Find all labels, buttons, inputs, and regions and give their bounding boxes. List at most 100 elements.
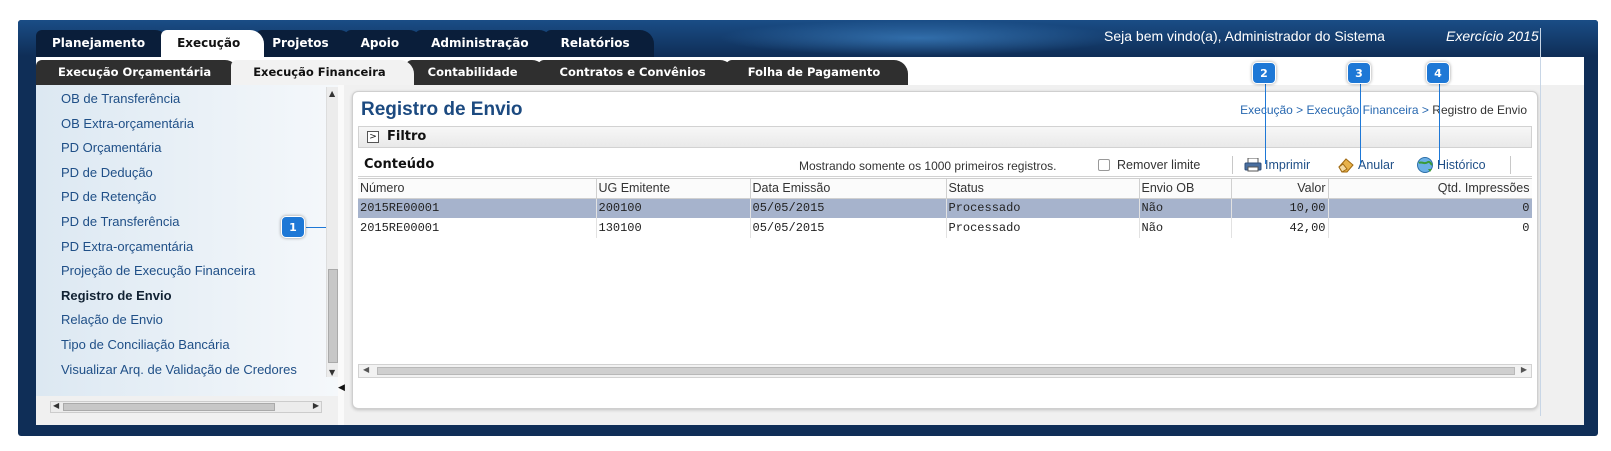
scroll-right-icon[interactable]: ▶: [313, 401, 319, 410]
breadcrumb-current: Registro de Envio: [1432, 103, 1527, 117]
tab-execucao[interactable]: Execução: [161, 30, 265, 57]
scroll-right-icon[interactable]: ▶: [1521, 365, 1527, 374]
collapse-arrow-icon[interactable]: ◀: [338, 383, 345, 393]
table-row[interactable]: 2015RE00001 130100 05/05/2015 Processado…: [358, 218, 1532, 238]
cell-ug-emitente: 130100: [596, 218, 751, 238]
column-header-ug-emitente[interactable]: UG Emitente: [596, 179, 751, 199]
tab-planejamento[interactable]: Planejamento: [36, 30, 170, 57]
column-header-envio-ob[interactable]: Envio OB: [1139, 179, 1232, 199]
sidebar-item-relacao-envio[interactable]: Relação de Envio: [36, 308, 338, 333]
sidebar-nav: OB de Transferência OB Extra-orçamentári…: [36, 85, 338, 413]
page-title: Registro de Envio: [361, 99, 523, 120]
column-header-numero[interactable]: Número: [358, 179, 597, 199]
sidebar-item-ob-extra-orcamentaria[interactable]: OB Extra-orçamentária: [36, 112, 338, 137]
cell-status: Processado: [946, 198, 1140, 218]
subtab-contabilidade[interactable]: Contabilidade: [405, 60, 546, 85]
subtab-execucao-orcamentaria[interactable]: Execução Orçamentária: [36, 60, 240, 85]
cell-valor: 10,00: [1231, 198, 1329, 218]
cell-data-emissao: 05/05/2015: [750, 218, 947, 238]
column-header-status[interactable]: Status: [946, 179, 1140, 199]
breadcrumb-execucao-financeira[interactable]: Execução Financeira: [1307, 103, 1419, 117]
sidebar-hscroll-thumb[interactable]: [63, 403, 275, 411]
print-label: Imprimir: [1265, 158, 1311, 172]
tab-apoio[interactable]: Apoio: [344, 30, 424, 57]
history-globe-icon: [1417, 157, 1433, 173]
tab-administracao[interactable]: Administração: [415, 30, 553, 57]
table-header-row: Número UG Emitente Data Emissão Status E…: [358, 179, 1532, 199]
cell-numero: 2015RE00001: [358, 218, 597, 238]
welcome-message: Seja bem vindo(a), Administrador do Sist…: [1104, 28, 1385, 44]
callout-badge-3: 3: [1347, 62, 1371, 84]
cell-qtd-impressoes: 0: [1328, 198, 1532, 218]
scroll-down-icon[interactable]: ▼: [329, 368, 335, 377]
printer-icon: [1244, 158, 1262, 172]
expand-filter-icon[interactable]: >: [367, 131, 379, 143]
scroll-up-icon[interactable]: ▲: [329, 89, 335, 98]
tab-projetos[interactable]: Projetos: [256, 30, 353, 57]
content-area: OB de Transferência OB Extra-orçamentári…: [36, 85, 1584, 425]
cancel-button[interactable]: Anular: [1337, 156, 1394, 174]
sidebar-splitter[interactable]: ◀: [338, 85, 345, 425]
sidebar-item-pd-orcamentaria[interactable]: PD Orçamentária: [36, 136, 338, 161]
callout-connector: [1265, 84, 1266, 164]
content-label: Conteúdo: [364, 157, 435, 172]
subtab-contratos-convenios[interactable]: Contratos e Convênios: [537, 60, 734, 85]
table-row-selected[interactable]: 2015RE00001 200100 05/05/2015 Processado…: [358, 198, 1532, 218]
breadcrumb-separator: >: [1418, 103, 1433, 117]
cell-envio-ob: Não: [1139, 218, 1232, 238]
record-limit-message: Mostrando somente os 1000 primeiros regi…: [799, 159, 1057, 173]
callout-badge-4: 4: [1426, 62, 1450, 84]
print-button[interactable]: Imprimir: [1244, 156, 1310, 174]
column-header-valor[interactable]: Valor: [1231, 179, 1329, 199]
subtab-execucao-financeira[interactable]: Execução Financeira: [231, 60, 414, 85]
table-hscroll-thumb[interactable]: [377, 367, 1515, 375]
toolbar-divider: [1232, 156, 1233, 174]
cell-envio-ob: Não: [1139, 198, 1232, 218]
callout-connector: [1360, 84, 1361, 164]
breadcrumb-execucao[interactable]: Execução: [1240, 103, 1293, 117]
callout-connector: [1439, 84, 1440, 164]
column-header-qtd-impressoes[interactable]: Qtd. Impressões: [1328, 179, 1532, 199]
sidebar-vertical-scrollbar[interactable]: ▲ ▼: [326, 87, 338, 377]
cell-valor: 42,00: [1231, 218, 1329, 238]
top-tab-bar: Planejamento Execução Projetos Apoio Adm…: [36, 30, 654, 57]
sidebar-item-projecao-execucao[interactable]: Projeção de Execução Financeira: [36, 259, 338, 284]
breadcrumb: Execução > Execução Financeira > Registr…: [1240, 103, 1527, 117]
eraser-icon: [1338, 158, 1354, 173]
content-toolbar: Conteúdo Mostrando somente os 1000 prime…: [358, 153, 1532, 177]
sidebar-item-registro-envio[interactable]: Registro de Envio: [36, 284, 338, 309]
sidebar-horizontal-scrollbar[interactable]: ◀ ▶: [50, 401, 322, 413]
cell-qtd-impressoes: 0: [1328, 218, 1532, 238]
records-table: Número UG Emitente Data Emissão Status E…: [358, 178, 1532, 364]
cell-status: Processado: [946, 218, 1140, 238]
history-button[interactable]: Histórico: [1416, 156, 1486, 174]
sidebar-item-pd-deducao[interactable]: PD de Dedução: [36, 161, 338, 186]
sidebar-item-visualizar-arq[interactable]: Visualizar Arq. de Validação de Credores: [36, 358, 338, 383]
sidebar-item-pd-retencao[interactable]: PD de Retenção: [36, 185, 338, 210]
tab-relatorios[interactable]: Relatórios: [544, 30, 654, 57]
column-header-data-emissao[interactable]: Data Emissão: [750, 179, 947, 199]
cell-numero: 2015RE00001: [358, 198, 597, 218]
filter-label[interactable]: Filtro: [387, 129, 426, 144]
cancel-label: Anular: [1358, 158, 1395, 172]
history-label: Histórico: [1437, 158, 1486, 172]
cell-data-emissao: 05/05/2015: [750, 198, 947, 218]
callout-badge-2: 2: [1252, 62, 1276, 84]
remove-limit-checkbox[interactable]: [1098, 159, 1110, 171]
exercise-year-link[interactable]: Exercício 2015: [1446, 28, 1539, 44]
sidebar-item-ob-transferencia[interactable]: OB de Transferência: [36, 87, 338, 112]
toolbar-divider: [1510, 156, 1511, 174]
scroll-left-icon[interactable]: ◀: [363, 365, 369, 374]
sidebar-vscroll-thumb[interactable]: [328, 269, 338, 363]
breadcrumb-separator: >: [1292, 103, 1307, 117]
filter-bar[interactable]: > Filtro: [358, 126, 1532, 148]
sidebar-item-tipo-conciliacao[interactable]: Tipo de Conciliação Bancária: [36, 333, 338, 358]
scroll-left-icon[interactable]: ◀: [53, 401, 59, 410]
callout-connector: [306, 227, 326, 228]
table-horizontal-scrollbar[interactable]: ◀ ▶: [358, 364, 1532, 378]
remove-limit-label[interactable]: Remover limite: [1117, 158, 1200, 172]
annotation-guide-line: [1540, 28, 1541, 416]
callout-badge-1: 1: [281, 216, 305, 238]
sub-tab-bar: Execução Orçamentária Execução Financeir…: [36, 60, 909, 85]
subtab-folha-pagamento[interactable]: Folha de Pagamento: [725, 60, 909, 85]
